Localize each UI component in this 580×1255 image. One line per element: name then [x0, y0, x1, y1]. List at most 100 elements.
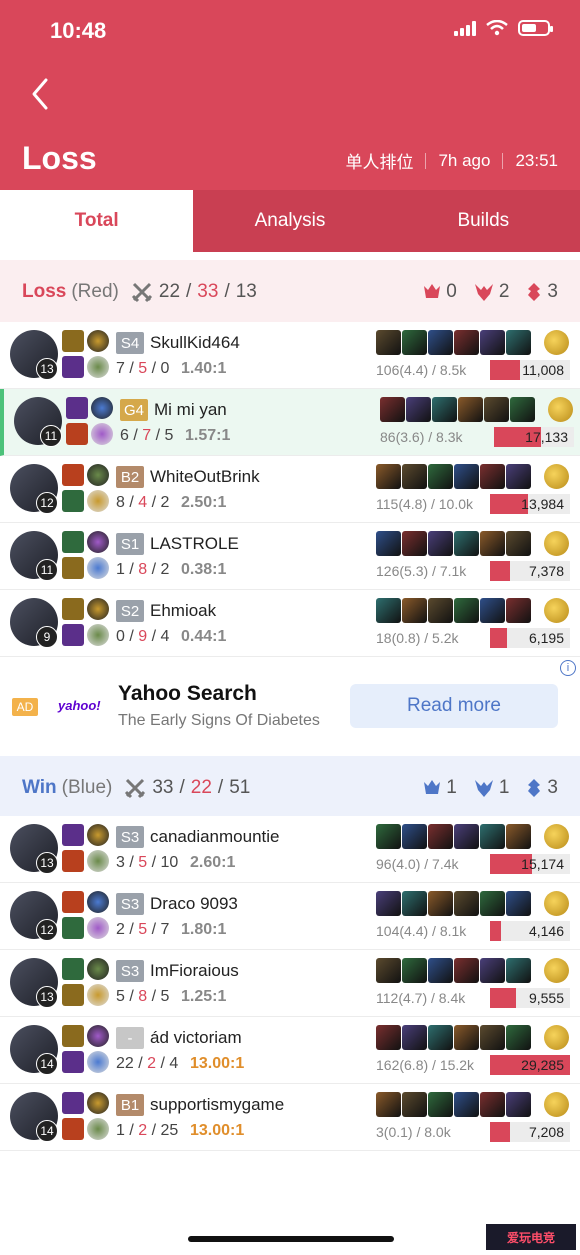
item-icon[interactable] [480, 958, 505, 983]
rank-tier-badge: S3 [116, 960, 144, 982]
cs-gold: 3(0.1) / 8.0k [376, 1124, 451, 1140]
tab-builds[interactable]: Builds [386, 190, 580, 252]
player-row[interactable]: 13 S3 ImFioraious 5 / 8 / 5 1.25:1 112(4… [0, 950, 580, 1017]
item-icon[interactable] [454, 598, 479, 623]
item-icon[interactable] [484, 397, 509, 422]
item-icon[interactable] [458, 397, 483, 422]
item-icon[interactable] [428, 824, 453, 849]
item-icon[interactable] [376, 958, 401, 983]
ward-trinket-icon [544, 891, 569, 916]
tab-total[interactable]: Total [0, 190, 194, 252]
item-icon[interactable] [480, 531, 505, 556]
item-icon[interactable] [376, 1025, 401, 1050]
item-icon[interactable] [428, 1092, 453, 1117]
item-icon[interactable] [376, 1092, 401, 1117]
item-icon[interactable] [480, 598, 505, 623]
summoner-spell-icon [62, 464, 84, 486]
ad-title: Yahoo Search [118, 682, 257, 705]
ad-banner[interactable]: i AD yahoo! Yahoo Search The Early Signs… [0, 660, 580, 756]
item-icon[interactable] [480, 464, 505, 489]
player-row[interactable]: 12 B2 WhiteOutBrink 8 / 4 / 2 2.50:1 115… [0, 456, 580, 523]
item-icon[interactable] [432, 397, 457, 422]
player-name[interactable]: Ehmioak [150, 601, 216, 621]
item-icon[interactable] [376, 824, 401, 849]
player-name[interactable]: ImFioraious [150, 961, 239, 981]
item-icon[interactable] [480, 1092, 505, 1117]
item-icon[interactable] [454, 330, 479, 355]
item-icon[interactable] [428, 531, 453, 556]
item-icon[interactable] [454, 958, 479, 983]
item-icon[interactable] [506, 330, 531, 355]
item-icon[interactable] [402, 330, 427, 355]
player-row[interactable]: 9 S2 Ehmioak 0 / 9 / 4 0.44:1 18(0.8) / … [0, 590, 580, 657]
player-name[interactable]: canadianmountie [150, 827, 279, 847]
item-icon[interactable] [480, 824, 505, 849]
item-icon[interactable] [428, 1025, 453, 1050]
item-icon[interactable] [402, 598, 427, 623]
item-icon[interactable] [506, 891, 531, 916]
item-icon[interactable] [428, 958, 453, 983]
player-row[interactable]: 13 S4 SkullKid464 7 / 5 / 0 1.40:1 106(4… [0, 322, 580, 389]
item-icon[interactable] [402, 1025, 427, 1050]
player-name[interactable]: ád victoriam [150, 1028, 242, 1048]
item-icon[interactable] [510, 397, 535, 422]
item-icon[interactable] [428, 464, 453, 489]
item-icon[interactable] [506, 958, 531, 983]
item-icon[interactable] [402, 1092, 427, 1117]
item-icon[interactable] [454, 464, 479, 489]
item-icon[interactable] [376, 598, 401, 623]
crossed-swords-icon [125, 778, 146, 799]
item-icon[interactable] [428, 330, 453, 355]
back-button[interactable] [24, 74, 60, 114]
item-icon[interactable] [506, 531, 531, 556]
ad-read-more-button[interactable]: Read more [350, 684, 558, 728]
item-icon[interactable] [402, 824, 427, 849]
player-row[interactable]: 11 S1 LASTROLE 1 / 8 / 2 0.38:1 126(5.3)… [0, 523, 580, 590]
item-icon[interactable] [376, 891, 401, 916]
player-row[interactable]: 12 S3 Draco 9093 2 / 5 / 7 1.80:1 104(4.… [0, 883, 580, 950]
player-name[interactable]: WhiteOutBrink [150, 467, 260, 487]
item-icon[interactable] [506, 1092, 531, 1117]
player-row[interactable]: 14 - ád victoriam 22 / 2 / 4 13.00:1 162… [0, 1017, 580, 1084]
item-icon[interactable] [506, 464, 531, 489]
item-icon[interactable] [480, 330, 505, 355]
item-icon[interactable] [480, 1025, 505, 1050]
item-icon[interactable] [506, 824, 531, 849]
ad-info-icon[interactable]: i [560, 660, 576, 676]
player-row[interactable]: 13 S3 canadianmountie 3 / 5 / 10 2.60:1 … [0, 816, 580, 883]
player-name[interactable]: supportismygame [150, 1095, 284, 1115]
player-name[interactable]: Mi mi yan [154, 400, 227, 420]
damage-value: 7,378 [528, 563, 564, 579]
item-icon[interactable] [454, 891, 479, 916]
player-row[interactable]: 11 G4 Mi mi yan 6 / 7 / 5 1.57:1 86(3.6)… [0, 389, 580, 456]
item-icon[interactable] [506, 598, 531, 623]
dragon-icon [474, 780, 493, 797]
item-icon[interactable] [454, 531, 479, 556]
item-icon[interactable] [402, 531, 427, 556]
item-icon[interactable] [454, 824, 479, 849]
player-kda: 0 / 9 / 4 [116, 628, 170, 645]
player-name[interactable]: LASTROLE [150, 534, 239, 554]
item-icon[interactable] [376, 330, 401, 355]
item-icon[interactable] [480, 891, 505, 916]
baron-icon [424, 284, 441, 298]
item-icon[interactable] [380, 397, 405, 422]
baron-value: 1 [446, 777, 457, 798]
item-icon[interactable] [428, 891, 453, 916]
kda-ratio: 1.80:1 [181, 921, 227, 938]
item-icon[interactable] [406, 397, 431, 422]
item-icon[interactable] [506, 1025, 531, 1050]
tab-analysis[interactable]: Analysis [193, 190, 387, 252]
item-icon[interactable] [454, 1025, 479, 1050]
item-icon[interactable] [376, 531, 401, 556]
item-icon[interactable] [376, 464, 401, 489]
player-name[interactable]: SkullKid464 [150, 333, 240, 353]
cs-gold: 18(0.8) / 5.2k [376, 630, 459, 646]
item-icon[interactable] [428, 598, 453, 623]
item-icon[interactable] [402, 891, 427, 916]
item-icon[interactable] [454, 1092, 479, 1117]
item-icon[interactable] [402, 464, 427, 489]
player-row[interactable]: 14 B1 supportismygame 1 / 2 / 25 13.00:1… [0, 1084, 580, 1151]
item-icon[interactable] [402, 958, 427, 983]
player-name[interactable]: Draco 9093 [150, 894, 238, 914]
